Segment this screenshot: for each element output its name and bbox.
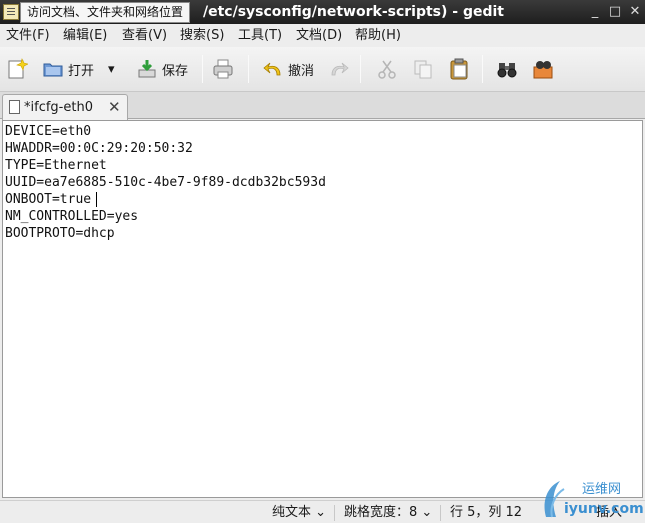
scissors-icon	[378, 60, 396, 79]
document-tab-bar: *ifcfg-eth0 ✕	[0, 92, 645, 120]
find-replace-icon	[533, 61, 553, 79]
toolbar-separator	[482, 55, 483, 83]
editor-line: HWADDR=00:0C:29:20:50:32	[5, 141, 193, 156]
title-bar: 访问文档、文件夹和网络位置 /etc/sysconfig/network-scr…	[0, 0, 645, 24]
menu-bar: 文件(F) 编辑(E) 查看(V) 搜索(S) 工具(T) 文档(D) 帮助(H…	[0, 24, 645, 47]
tab-ifcfg-eth0[interactable]: *ifcfg-eth0 ✕	[2, 94, 128, 120]
copy-button[interactable]	[412, 55, 434, 83]
tab-width-selector[interactable]: 跳格宽度：8 ⌄	[344, 504, 432, 521]
menu-view[interactable]: 查看(V)	[122, 27, 167, 44]
minimize-button[interactable]: _	[586, 3, 604, 21]
menu-help[interactable]: 帮助(H)	[355, 27, 401, 44]
tooltip: 访问文档、文件夹和网络位置	[20, 2, 191, 23]
watermark-text-cn: 运维网	[582, 482, 621, 497]
editor-line: BOOTPROTO=dhcp	[5, 226, 115, 241]
save-icon	[138, 60, 156, 78]
save-button[interactable]: 保存	[136, 55, 188, 83]
toolbar: 打开 ▾ 保存 撤消	[0, 47, 645, 92]
copy-icon	[414, 60, 432, 79]
clipboard-paste-icon	[450, 58, 468, 80]
editor-line: UUID=ea7e6885-510c-4be7-9f89-dcdb32bc593…	[5, 175, 326, 190]
cursor-position: 行 5，列 12	[450, 505, 523, 520]
open-recent-dropdown[interactable]: ▾	[108, 55, 115, 83]
menu-search[interactable]: 搜索(S)	[180, 27, 224, 44]
editor-line: DEVICE=eth0	[5, 124, 92, 139]
text-document-icon	[9, 100, 20, 114]
close-window-button[interactable]: ✕	[626, 3, 644, 21]
paste-button[interactable]	[448, 55, 470, 83]
chevron-down-icon: ▾	[108, 61, 115, 77]
editor-line: TYPE=Ethernet	[5, 158, 107, 173]
redo-button[interactable]	[328, 55, 350, 83]
open-button-label: 打开	[68, 63, 95, 79]
folder-open-icon	[43, 63, 63, 77]
status-separator	[440, 505, 441, 521]
open-button[interactable]: 打开	[42, 55, 94, 83]
gedit-app-icon[interactable]	[3, 4, 19, 20]
site-watermark-logo: 运维网 iyunv.com	[544, 481, 643, 518]
find-replace-button[interactable]	[532, 55, 554, 83]
window-title: /etc/sysconfig/network-scripts) - gedit	[203, 4, 504, 20]
status-separator	[334, 505, 335, 521]
tab-label: *ifcfg-eth0	[24, 100, 93, 115]
maximize-button[interactable]: □	[606, 3, 624, 21]
undo-icon	[263, 62, 281, 76]
print-button[interactable]	[212, 55, 234, 83]
binoculars-icon	[497, 63, 517, 78]
watermark-text-en: iyunv.com	[564, 501, 643, 517]
menu-documents[interactable]: 文档(D)	[296, 27, 342, 44]
close-tab-icon[interactable]: ✕	[108, 98, 121, 116]
editor-line: ONBOOT=true	[5, 192, 92, 207]
printer-icon	[213, 59, 233, 79]
cut-button[interactable]	[376, 55, 398, 83]
new-document-icon	[8, 58, 28, 79]
undo-button[interactable]: 撤消	[262, 55, 314, 83]
menu-edit[interactable]: 编辑(E)	[63, 27, 107, 44]
toolbar-separator	[360, 55, 361, 83]
toolbar-separator	[248, 55, 249, 83]
text-editor[interactable]: DEVICE=eth0 HWADDR=00:0C:29:20:50:32 TYP…	[2, 120, 643, 498]
find-button[interactable]	[496, 55, 518, 83]
new-button[interactable]	[6, 55, 28, 83]
redo-icon	[331, 62, 349, 76]
text-cursor	[96, 192, 97, 207]
menu-file[interactable]: 文件(F)	[6, 27, 50, 44]
editor-line: NM_CONTROLLED=yes	[5, 209, 139, 224]
save-button-label: 保存	[162, 63, 189, 79]
menu-tools[interactable]: 工具(T)	[238, 27, 282, 44]
language-mode-selector[interactable]: 纯文本 ⌄	[272, 504, 326, 521]
undo-button-label: 撤消	[288, 63, 315, 79]
toolbar-separator	[202, 55, 203, 83]
